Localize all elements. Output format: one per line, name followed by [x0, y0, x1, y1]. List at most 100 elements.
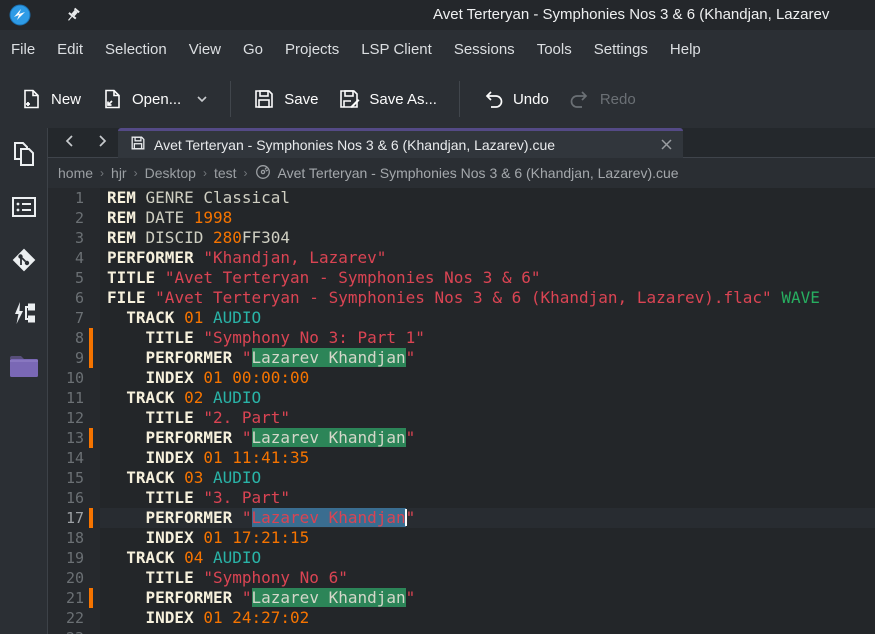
line-number: 6: [48, 288, 100, 308]
code-line-text: TRACK 02 AUDIO: [100, 388, 875, 408]
code-line[interactable]: 22 INDEX 01 24:27:02: [48, 608, 875, 628]
save-as-button-label: Save As...: [369, 91, 437, 108]
symbols-list-icon: [9, 192, 39, 227]
breadcrumb-separator: ›: [203, 166, 207, 180]
line-number: 19: [48, 548, 100, 568]
code-line-text: REM DISCID 280FF304: [100, 228, 875, 248]
code-line-text: REM DATE 1998: [100, 208, 875, 228]
menu-item-selection[interactable]: Selection: [94, 36, 178, 64]
menu-item-file[interactable]: File: [0, 36, 46, 64]
code-line-text: TRACK 04 AUDIO: [100, 548, 875, 568]
code-line[interactable]: 9 PERFORMER "Lazarev Khandjan": [48, 348, 875, 368]
redo-button: Redo: [559, 80, 646, 118]
save-floppy-icon: [253, 88, 275, 110]
line-number: 10: [48, 368, 100, 388]
code-line-text: PERFORMER "Lazarev Khandjan": [100, 348, 875, 368]
undo-icon: [482, 88, 504, 110]
menu-item-edit[interactable]: Edit: [46, 36, 94, 64]
breadcrumb-segment[interactable]: hjr: [111, 165, 127, 181]
code-line[interactable]: 20 TITLE "Symphony No 6": [48, 568, 875, 588]
line-number: 9: [48, 348, 100, 368]
line-number: 2: [48, 208, 100, 228]
code-line-text: TITLE "3. Part": [100, 488, 875, 508]
code-line-text: PERFORMER "Lazarev Khandjan": [100, 588, 875, 608]
code-line[interactable]: 11 TRACK 02 AUDIO: [48, 388, 875, 408]
open-button[interactable]: Open...: [91, 80, 218, 118]
open-button-label: Open...: [132, 91, 181, 108]
menu-item-go[interactable]: Go: [232, 36, 274, 64]
breadcrumb-segment[interactable]: Desktop: [145, 165, 196, 181]
code-line-text: TITLE "2. Part": [100, 408, 875, 428]
code-line-text: TRACK 01 AUDIO: [100, 308, 875, 328]
line-number: 11: [48, 388, 100, 408]
line-number: 20: [48, 568, 100, 588]
save-as-button[interactable]: Save As...: [328, 80, 447, 118]
modified-line-marker: [89, 328, 93, 348]
line-number: 22: [48, 608, 100, 628]
code-line[interactable]: 18 INDEX 01 17:21:15: [48, 528, 875, 548]
sidebar-item-filesystem[interactable]: [7, 352, 41, 384]
breadcrumb-separator: ›: [100, 166, 104, 180]
menu-item-lsp-client[interactable]: LSP Client: [350, 36, 443, 64]
code-line-text: TRACK 03 AUDIO: [100, 468, 875, 488]
tab-active[interactable]: Avet Terteryan - Symphonies Nos 3 & 6 (K…: [118, 128, 683, 158]
menu-item-sessions[interactable]: Sessions: [443, 36, 526, 64]
disc-icon: [255, 164, 271, 183]
menu-item-settings[interactable]: Settings: [583, 36, 659, 64]
tool-sidebar: [0, 128, 48, 634]
editor[interactable]: 1REM GENRE Classical2REM DATE 19983REM D…: [48, 188, 875, 634]
code-line[interactable]: 14 INDEX 01 11:41:35: [48, 448, 875, 468]
code-line[interactable]: 17 PERFORMER "Lazarev Khandjan": [48, 508, 875, 528]
tab-forward-button[interactable]: [86, 128, 118, 158]
toolbar-separator: [230, 81, 231, 117]
menu-item-projects[interactable]: Projects: [274, 36, 350, 64]
tab-back-button[interactable]: [54, 128, 86, 158]
chevron-left-icon: [63, 134, 77, 153]
code-line[interactable]: 3REM DISCID 280FF304: [48, 228, 875, 248]
breadcrumb-segment[interactable]: home: [58, 165, 93, 181]
sidebar-item-documents[interactable]: [7, 140, 41, 172]
sidebar-item-git[interactable]: [7, 246, 41, 278]
code-line[interactable]: 2REM DATE 1998: [48, 208, 875, 228]
code-line[interactable]: 15 TRACK 03 AUDIO: [48, 468, 875, 488]
line-number: 16: [48, 488, 100, 508]
code-line[interactable]: 10 INDEX 01 00:00:00: [48, 368, 875, 388]
code-line[interactable]: 19 TRACK 04 AUDIO: [48, 548, 875, 568]
code-line[interactable]: 1REM GENRE Classical: [48, 188, 875, 208]
breadcrumb-file[interactable]: Avet Terteryan - Symphonies Nos 3 & 6 (K…: [278, 165, 679, 181]
new-button[interactable]: New: [10, 80, 91, 118]
close-icon[interactable]: [660, 138, 673, 151]
save-button[interactable]: Save: [243, 80, 328, 118]
code-line[interactable]: 21 PERFORMER "Lazarev Khandjan": [48, 588, 875, 608]
code-line[interactable]: 12 TITLE "2. Part": [48, 408, 875, 428]
code-line-text: INDEX 01 17:21:15: [100, 528, 875, 548]
code-line[interactable]: 7 TRACK 01 AUDIO: [48, 308, 875, 328]
kate-app-icon: [9, 4, 31, 31]
modified-line-marker: [89, 588, 93, 608]
menu-item-tools[interactable]: Tools: [526, 36, 583, 64]
code-line[interactable]: 5TITLE "Avet Terteryan - Symphonies Nos …: [48, 268, 875, 288]
code-line[interactable]: 13 PERFORMER "Lazarev Khandjan": [48, 428, 875, 448]
sidebar-item-symbols[interactable]: [7, 193, 41, 225]
code-line[interactable]: 23: [48, 628, 875, 634]
code-line-text: PERFORMER "Lazarev Khandjan": [100, 428, 875, 448]
code-line-text: [100, 628, 875, 634]
chevron-down-icon[interactable]: [196, 93, 208, 105]
code-line[interactable]: 8 TITLE "Symphony No 3: Part 1": [48, 328, 875, 348]
code-line[interactable]: 16 TITLE "3. Part": [48, 488, 875, 508]
menu-item-help[interactable]: Help: [659, 36, 712, 64]
code-line[interactable]: 4PERFORMER "Khandjan, Lazarev": [48, 248, 875, 268]
code-line[interactable]: 6FILE "Avet Terteryan - Symphonies Nos 3…: [48, 288, 875, 308]
undo-button[interactable]: Undo: [472, 80, 559, 118]
open-document-icon: [101, 88, 123, 110]
pin-icon[interactable]: [64, 6, 82, 29]
save-button-label: Save: [284, 91, 318, 108]
sidebar-item-external-tools[interactable]: [7, 299, 41, 331]
breadcrumb-segment[interactable]: test: [214, 165, 237, 181]
menu-item-view[interactable]: View: [178, 36, 232, 64]
modified-line-marker: [89, 348, 93, 368]
git-icon: [8, 244, 40, 281]
new-button-label: New: [51, 91, 81, 108]
line-number: 7: [48, 308, 100, 328]
code-line-text: INDEX 01 11:41:35: [100, 448, 875, 468]
